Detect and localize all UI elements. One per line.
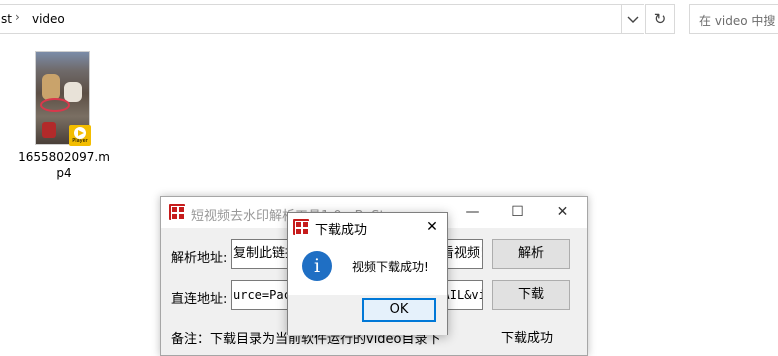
close-button[interactable]: ✕ <box>540 197 585 228</box>
address-history-dropdown[interactable] <box>622 4 644 34</box>
chevron-down-icon <box>627 16 639 23</box>
file-name: 1655802097.mp4 <box>18 150 110 180</box>
dialog-message: 视频下载成功! <box>352 260 429 274</box>
dialog-footer: OK <box>288 295 447 335</box>
ok-button[interactable]: OK <box>362 298 436 322</box>
search-placeholder: 在 video 中搜 <box>699 14 776 28</box>
minimize-button[interactable]: — <box>450 197 495 228</box>
dialog-title: 下载成功 <box>315 223 368 238</box>
download-button[interactable]: 下载 <box>492 280 570 310</box>
direct-address-label: 直连地址: <box>171 292 228 307</box>
address-bar[interactable]: st › video <box>0 4 622 34</box>
maximize-button[interactable]: ☐ <box>495 197 540 228</box>
status-text: 下载成功 <box>501 331 554 346</box>
search-box[interactable]: 在 video 中搜 <box>689 4 778 34</box>
success-dialog: 下载成功 ✕ i 视频下载成功! OK <box>287 212 448 335</box>
chevron-right-icon: › <box>15 10 20 24</box>
player-badge-label: Player <box>72 138 88 144</box>
refresh-button[interactable]: ↻ <box>645 4 675 34</box>
dialog-close-button[interactable]: ✕ <box>419 215 445 239</box>
player-badge-icon: Player <box>69 125 91 146</box>
breadcrumb-current[interactable]: video <box>32 12 65 26</box>
parse-button[interactable]: 解析 <box>492 239 570 269</box>
parse-address-label: 解析地址: <box>171 251 228 266</box>
breadcrumb-previous[interactable]: st <box>1 12 12 26</box>
app-icon <box>169 204 185 220</box>
info-icon: i <box>302 251 332 281</box>
dialog-app-icon <box>293 219 309 235</box>
